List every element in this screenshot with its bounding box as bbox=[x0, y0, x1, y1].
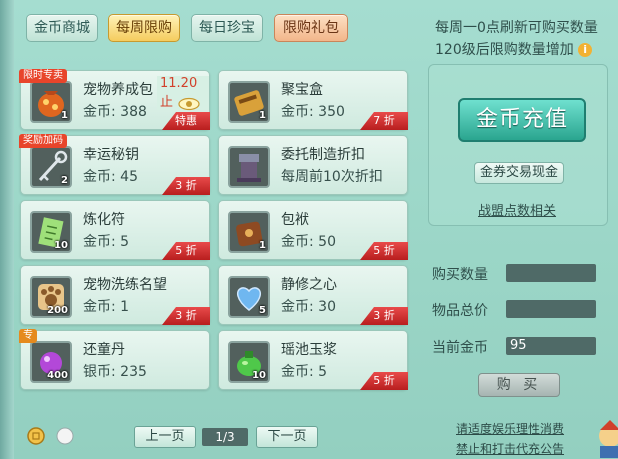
item-name: 宠物养成包 bbox=[83, 82, 153, 98]
exclusive-tag: 专 bbox=[19, 329, 37, 343]
discount-badge: 5 折 bbox=[360, 242, 408, 260]
rational-consumption-notice[interactable]: 请适度娱乐理性消费 bbox=[456, 420, 564, 437]
tab-weekly-limited[interactable]: 每周限购 bbox=[108, 14, 180, 42]
buy-button[interactable]: 购 买 bbox=[478, 373, 560, 397]
item-price: 每周前10次折扣 bbox=[281, 169, 383, 185]
jade-nectar-icon: 10 bbox=[228, 341, 270, 383]
item-price: 金币: 50 bbox=[281, 234, 336, 250]
item-qty: 200 bbox=[47, 305, 68, 316]
page-indicator: 1/3 bbox=[202, 428, 248, 446]
level-notice-text: 120级后限购数量增加 bbox=[435, 42, 574, 58]
tab-gold-mall[interactable]: 金币商城 bbox=[26, 14, 98, 42]
alliance-points-link[interactable]: 战盟点数相关 bbox=[478, 200, 556, 219]
item-name: 炼化符 bbox=[83, 212, 125, 228]
item-card-meditation-heart[interactable]: 5 静修之心 金币: 30 3 折 bbox=[218, 265, 408, 325]
level-notice: 120级后限购数量增加 i bbox=[435, 39, 593, 59]
item-qty: 5 bbox=[259, 305, 266, 316]
discount-badge: 5 折 bbox=[162, 242, 210, 260]
discount-badge: 7 折 bbox=[360, 112, 408, 130]
item-price: 金币: 5 bbox=[281, 364, 328, 380]
left-edge-decoration bbox=[0, 0, 14, 459]
item-qty: 400 bbox=[47, 370, 68, 381]
treasure-box-icon: 1 bbox=[228, 81, 270, 123]
tab-limited-gift[interactable]: 限购礼包 bbox=[274, 14, 348, 42]
item-name: 宠物洗练名望 bbox=[83, 277, 167, 293]
buy-quantity-input[interactable] bbox=[506, 264, 596, 282]
item-card-refine-talisman[interactable]: 10 炼化符 金币: 5 5 折 bbox=[20, 200, 210, 260]
total-price-label: 物品总价 bbox=[432, 303, 488, 319]
gold-recharge-button[interactable]: 金币充值 bbox=[458, 98, 586, 142]
item-price: 银币: 235 bbox=[83, 364, 147, 380]
prev-page-button[interactable]: 上一页 bbox=[134, 426, 196, 448]
item-card-pet-growth-pack[interactable]: 1 宠物养成包 金币: 388 11.20止 限时专卖 特惠 bbox=[19, 69, 210, 130]
discount-badge: 5 折 bbox=[360, 372, 408, 390]
item-price: 金币: 350 bbox=[281, 104, 345, 120]
zoom-coin-icon[interactable] bbox=[26, 426, 46, 446]
info-icon[interactable]: i bbox=[578, 43, 593, 57]
mascot-character-icon bbox=[599, 420, 618, 458]
current-gold-value: 95 bbox=[506, 337, 596, 355]
item-name: 聚宝盒 bbox=[281, 82, 323, 98]
next-page-button[interactable]: 下一页 bbox=[256, 426, 318, 448]
preview-eye-icon[interactable] bbox=[177, 97, 201, 111]
discount-badge: 3 折 bbox=[162, 177, 210, 195]
item-name: 还童丹 bbox=[83, 342, 125, 358]
item-name: 静修之心 bbox=[281, 277, 337, 293]
item-card-pet-reputation[interactable]: 200 宠物洗练名望 金币: 1 3 折 bbox=[20, 265, 210, 325]
discount-badge: 3 折 bbox=[162, 307, 210, 325]
item-name: 瑶池玉浆 bbox=[281, 342, 337, 358]
meditation-heart-icon: 5 bbox=[228, 276, 270, 318]
shop-window: { "tabs": [ {"label": "金币商城", "state": "… bbox=[0, 0, 618, 459]
current-gold-label: 当前金币 bbox=[432, 340, 488, 356]
item-name: 幸运秘钥 bbox=[83, 147, 139, 163]
commission-discount-icon bbox=[228, 146, 270, 188]
item-price: 金币: 45 bbox=[83, 169, 138, 185]
refresh-notice: 每周一0点刷新可购买数量 bbox=[435, 20, 598, 36]
item-card-lucky-key[interactable]: 2 幸运秘钥 金币: 45 奖励加码 3 折 bbox=[19, 134, 210, 195]
bag-icon: 1 bbox=[228, 211, 270, 253]
item-card-rejuvenation-pill[interactable]: 400 还童丹 银币: 235 专 bbox=[19, 329, 210, 390]
item-price: 金币: 1 bbox=[83, 299, 130, 315]
item-price: 金币: 30 bbox=[281, 299, 336, 315]
item-price: 金币: 388 bbox=[83, 104, 147, 120]
lucky-key-icon: 2 bbox=[30, 146, 72, 188]
item-card-commission-discount[interactable]: 委托制造折扣 每周前10次折扣 bbox=[218, 135, 408, 195]
discount-badge: 3 折 bbox=[360, 307, 408, 325]
bonus-tag: 奖励加码 bbox=[19, 134, 67, 148]
anti-proxy-recharge-link[interactable]: 禁止和打击代充公告 bbox=[456, 440, 564, 457]
item-qty: 1 bbox=[259, 240, 266, 251]
item-qty: 1 bbox=[61, 110, 68, 121]
item-price: 金币: 5 bbox=[83, 234, 130, 250]
pet-reputation-icon: 200 bbox=[30, 276, 72, 318]
item-qty: 2 bbox=[61, 175, 68, 186]
total-price-field bbox=[506, 300, 596, 318]
item-card-bag[interactable]: 1 包袱 金币: 50 5 折 bbox=[218, 200, 408, 260]
pet-growth-pack-icon: 1 bbox=[30, 81, 72, 123]
item-qty: 10 bbox=[54, 240, 68, 251]
item-card-jade-nectar[interactable]: 10 瑶池玉浆 金币: 5 5 折 bbox=[218, 330, 408, 390]
item-name: 包袱 bbox=[281, 212, 309, 228]
white-orb-icon[interactable] bbox=[55, 426, 75, 446]
tab-daily-treasure[interactable]: 每日珍宝 bbox=[191, 14, 263, 42]
item-qty: 10 bbox=[252, 370, 266, 381]
buy-quantity-label: 购买数量 bbox=[432, 267, 488, 283]
refine-talisman-icon: 10 bbox=[30, 211, 72, 253]
discount-badge: 特惠 bbox=[162, 112, 210, 130]
voucher-trade-button[interactable]: 金券交易现金 bbox=[474, 162, 564, 184]
item-qty: 1 bbox=[259, 110, 266, 121]
rejuvenation-pill-icon: 400 bbox=[30, 341, 72, 383]
item-name: 委托制造折扣 bbox=[281, 147, 365, 163]
limited-sale-tag: 限时专卖 bbox=[19, 69, 67, 83]
item-card-treasure-box[interactable]: 1 聚宝盒 金币: 350 7 折 bbox=[218, 70, 408, 130]
